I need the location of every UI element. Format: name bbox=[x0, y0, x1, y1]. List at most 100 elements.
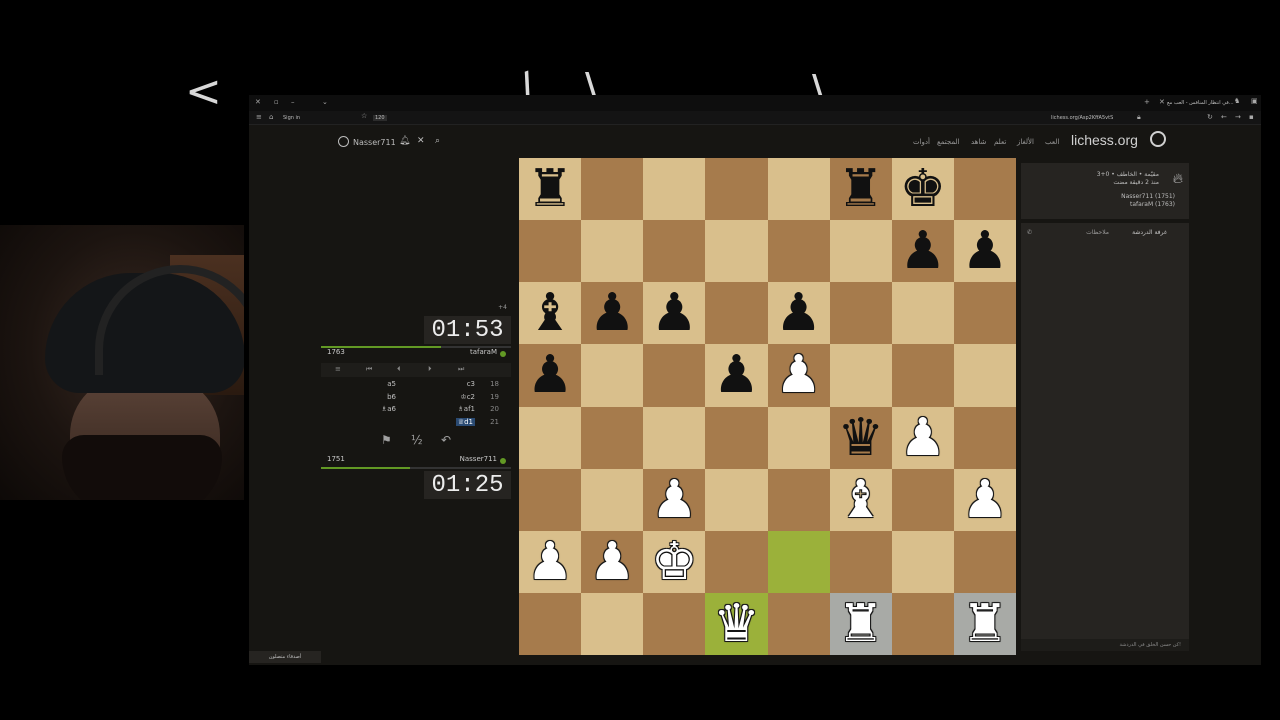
nav-puzzles[interactable]: الألغاز bbox=[1017, 138, 1034, 146]
board-square[interactable] bbox=[767, 158, 830, 221]
white-move[interactable]: ♔c2 bbox=[460, 393, 475, 401]
white-move[interactable]: ♕d1 bbox=[455, 417, 475, 426]
tab-list-icon[interactable]: ⌄ bbox=[322, 99, 328, 106]
board-square[interactable] bbox=[519, 406, 582, 469]
white-pawn-icon[interactable]: ♟ bbox=[900, 412, 947, 464]
nav-watch[interactable]: شاهد bbox=[971, 138, 986, 146]
board-square[interactable] bbox=[705, 468, 768, 531]
black-pawn-icon[interactable]: ♟ bbox=[900, 225, 947, 277]
white-move[interactable]: ♗af1 bbox=[458, 405, 475, 413]
white-pawn-icon[interactable]: ♟ bbox=[775, 349, 822, 401]
board-square[interactable]: ♟ bbox=[643, 282, 706, 345]
board-square[interactable] bbox=[519, 468, 582, 531]
board-square[interactable] bbox=[953, 158, 1016, 221]
username-link[interactable]: Nasser711 bbox=[353, 138, 396, 147]
tab-close-icon[interactable]: ✕ bbox=[1159, 99, 1165, 106]
board-square[interactable]: ♟ bbox=[519, 530, 582, 593]
back-icon[interactable]: ← bbox=[1221, 114, 1227, 121]
board-square[interactable] bbox=[829, 530, 892, 593]
board-square[interactable]: ♟ bbox=[953, 468, 1016, 531]
black-pawn-icon[interactable]: ♟ bbox=[527, 349, 574, 401]
minimize-icon[interactable]: – bbox=[291, 99, 295, 106]
knight-logo-icon[interactable] bbox=[1150, 131, 1166, 147]
board-square[interactable]: ♟ bbox=[767, 344, 830, 407]
board-square[interactable] bbox=[891, 468, 954, 531]
crossed-swords-icon[interactable]: ✕ bbox=[417, 136, 425, 146]
board-square[interactable] bbox=[705, 158, 768, 221]
board-square[interactable]: ♟ bbox=[581, 530, 644, 593]
nav-community[interactable]: المجتمع bbox=[937, 138, 960, 146]
board-square[interactable] bbox=[581, 468, 644, 531]
black-player[interactable]: tafaraM (1763) bbox=[1130, 201, 1175, 208]
board-square[interactable] bbox=[953, 344, 1016, 407]
white-player[interactable]: Nasser711 (1751) bbox=[1121, 193, 1175, 200]
home-icon[interactable]: ⌂ bbox=[269, 114, 273, 121]
board-square[interactable]: ♟ bbox=[891, 220, 954, 283]
board-square[interactable]: ♛ bbox=[829, 406, 892, 469]
prev-move-icon[interactable]: ⏴ bbox=[397, 365, 401, 374]
board-square[interactable] bbox=[953, 282, 1016, 345]
board-square[interactable]: ♜ bbox=[829, 158, 892, 221]
black-king-icon[interactable]: ♚ bbox=[900, 163, 947, 215]
offer-draw-icon[interactable]: ½ bbox=[411, 433, 423, 447]
white-rook-icon[interactable]: ♜ bbox=[837, 598, 884, 650]
board-square[interactable] bbox=[767, 468, 830, 531]
takeback-icon[interactable]: ↶ bbox=[441, 433, 451, 447]
board-square[interactable] bbox=[581, 158, 644, 221]
white-move[interactable]: c3 bbox=[467, 380, 475, 388]
first-move-icon[interactable]: ⏮ bbox=[366, 365, 372, 374]
nav-tools[interactable]: أدوات bbox=[913, 138, 930, 146]
board-square[interactable] bbox=[705, 530, 768, 593]
board-square[interactable] bbox=[581, 592, 644, 655]
search-icon[interactable]: ⌕ bbox=[435, 136, 440, 146]
black-pawn-icon[interactable]: ♟ bbox=[713, 349, 760, 401]
board-square[interactable]: ♝ bbox=[519, 282, 582, 345]
phone-icon[interactable]: ✆ bbox=[1027, 229, 1032, 236]
url-text[interactable]: lichess.org/Asp2KffA5vtS bbox=[1051, 115, 1113, 121]
board-square[interactable]: ♚ bbox=[643, 530, 706, 593]
board-square[interactable] bbox=[705, 282, 768, 345]
board-square[interactable]: ♜ bbox=[829, 592, 892, 655]
new-tab-icon[interactable]: + bbox=[1144, 99, 1150, 106]
active-tab[interactable]: في انتظار المنافس - العب مع... bbox=[1167, 100, 1234, 106]
white-rook-icon[interactable]: ♜ bbox=[962, 598, 1009, 650]
resign-flag-icon[interactable]: ⚑ bbox=[381, 433, 392, 447]
maximize-icon[interactable]: ▫ bbox=[274, 99, 279, 106]
black-move[interactable]: b6 bbox=[387, 393, 396, 401]
board-square[interactable] bbox=[581, 406, 644, 469]
nav-play[interactable]: العب bbox=[1045, 138, 1059, 146]
board-square[interactable]: ♝ bbox=[829, 468, 892, 531]
board-square[interactable] bbox=[829, 344, 892, 407]
refresh-icon[interactable]: ↻ bbox=[1207, 114, 1213, 121]
bell-icon[interactable]: 🔔︎ bbox=[399, 136, 410, 146]
board-square[interactable]: ♟ bbox=[519, 344, 582, 407]
site-logo[interactable]: lichess.org bbox=[1071, 132, 1138, 148]
close-window-icon[interactable]: ✕ bbox=[255, 99, 261, 106]
black-pawn-icon[interactable]: ♟ bbox=[651, 287, 698, 339]
white-pawn-icon[interactable]: ♟ bbox=[962, 474, 1009, 526]
board-square[interactable] bbox=[643, 344, 706, 407]
menu-toggle-icon[interactable]: ≡ bbox=[335, 365, 341, 373]
sidebar-icon[interactable]: ▣ bbox=[1251, 98, 1258, 105]
board-square[interactable]: ♟ bbox=[643, 468, 706, 531]
board-square[interactable]: ♚ bbox=[891, 158, 954, 221]
friends-online-button[interactable]: أصدقاء متصلون bbox=[249, 651, 321, 663]
board-square[interactable] bbox=[891, 344, 954, 407]
black-pawn-icon[interactable]: ♟ bbox=[962, 225, 1009, 277]
board-square[interactable] bbox=[829, 220, 892, 283]
white-queen-icon[interactable]: ♛ bbox=[713, 598, 760, 650]
chat-input[interactable]: كن حسن الخلق في الدردشة! bbox=[1021, 639, 1189, 651]
black-pawn-icon[interactable]: ♟ bbox=[775, 287, 822, 339]
board-square[interactable]: ♟ bbox=[891, 406, 954, 469]
board-square[interactable] bbox=[953, 530, 1016, 593]
next-move-icon[interactable]: ⏵ bbox=[428, 365, 432, 374]
white-king-icon[interactable]: ♚ bbox=[651, 536, 698, 588]
board-square[interactable] bbox=[829, 282, 892, 345]
black-queen-icon[interactable]: ♛ bbox=[837, 412, 884, 464]
board-square[interactable]: ♛ bbox=[705, 592, 768, 655]
board-square[interactable] bbox=[767, 220, 830, 283]
board-square[interactable] bbox=[705, 406, 768, 469]
last-move-icon[interactable]: ⏭ bbox=[458, 365, 464, 374]
chess-board[interactable]: ♜ ♜ ♚ ♟ ♟ ♝ ♟ ♟ ♟ ♟ ♟ ♟ ♛ ♟ ♟ ♝ ♟ ♟ ♟ ♚ ♛ ♜ ♜ bbox=[519, 158, 1016, 655]
board-square[interactable] bbox=[581, 344, 644, 407]
